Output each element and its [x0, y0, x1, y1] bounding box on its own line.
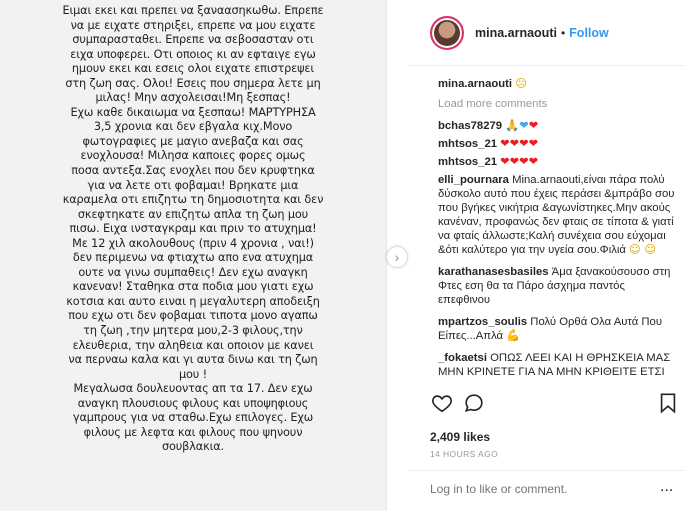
comment-username[interactable]: elli_pournara: [438, 174, 509, 186]
comment-item: mpartzos_soulis Πολύ Ορθά Ολα Αυτά Που Ε…: [438, 315, 678, 343]
chevron-right-icon: ›: [394, 249, 400, 265]
heart-outline-icon[interactable]: [430, 392, 454, 416]
comment-item: mhtsos_21 ❤❤❤❤: [438, 155, 678, 169]
post-text-line: δεν περιμενω να φτιαχτω απο ενα ατυχημα: [72, 251, 314, 265]
post-text-line: να με ειχατε στηριξει, επρεπε να μου ειχ…: [70, 18, 316, 32]
caption: mina.arnaouti ☹: [438, 77, 678, 91]
post-text-line: μιλας! Μην ασχολεισαι!Μη ξεσπας!: [95, 91, 291, 105]
comment-username[interactable]: karathanasesbasiles: [438, 266, 549, 278]
heart-icons: ❤❤❤❤: [500, 155, 539, 168]
next-arrow-button[interactable]: ›: [386, 246, 408, 268]
post-text-line: Ειμαι εκει και πρεπει να ξαναασηκωθω. Επ…: [62, 4, 324, 17]
separator-dot: •: [560, 25, 566, 40]
comment-username[interactable]: bchas78279: [438, 120, 502, 132]
post-text-line: φωτογραφιες με μαγιο ανεβαζα και σας: [82, 134, 304, 148]
post-text-line: συμπαρασταθει. Επρεπε να σεβοσασταν οτι: [72, 33, 314, 47]
post-text-line: ουτε να γινω συμπαθεις! Δεν εχω αναγκη: [78, 265, 308, 279]
avatar[interactable]: [430, 15, 464, 50]
comment-username[interactable]: _fokaetsi: [438, 352, 487, 364]
comment-username[interactable]: mpartzos_soulis: [438, 316, 527, 328]
post-text-line: Μεγαλωσα δουλευοντας απ τα 17. Δεν εχω: [73, 382, 313, 396]
post-text-line: κανεναν! Σταθηκα στα ποδια μου γιατι εχω: [72, 280, 314, 294]
post-text-line: 3,5 χρονια και δεν εβγαλα κιχ.Μονο: [93, 120, 293, 134]
caption-username[interactable]: mina.arnaouti: [438, 78, 512, 90]
post-header: mina.arnaouti • Follow: [408, 0, 685, 66]
post-text-line: πισω. Ειχα ινσταγκραμ και πριν το ατυχημ…: [69, 222, 317, 236]
follow-button[interactable]: Follow: [569, 26, 609, 40]
post-text-line: ποσα αντεξα.Σας ενοχλει που δεν κρυφτηκα: [71, 164, 315, 178]
post-text-line: ημουν εκει και εσεις ολοι ειχατε επιστρε…: [71, 62, 315, 76]
header-username[interactable]: mina.arnaouti: [475, 26, 557, 40]
post-text-line: ειχα υποφερει. Οτι οποιος κι αν εφταιγε …: [70, 47, 316, 61]
bookmark-icon[interactable]: [656, 392, 680, 416]
post-text-line: για να λετε οτι φοβαμαι! Βρηκατε μια: [87, 178, 299, 192]
comment-item: _fokaetsi ΟΠΩΣ ΛΕΕΙ ΚΑΙ Η ΘΡΗΣΚΕΙΑ ΜΑΣ Μ…: [438, 351, 678, 379]
action-bar: [430, 392, 680, 422]
comment-item: mhtsos_21 ❤❤❤❤: [438, 137, 678, 151]
post-text-line: αναγκη πλουσιους φιλους και υποψηφιους: [77, 396, 309, 410]
post-text-line: σκεφτηκατε αν επιζητω απλα τη ζωη μου: [77, 207, 309, 221]
post-timestamp[interactable]: 14 HOURS AGO: [430, 449, 498, 459]
post-text-line: σουβλακια.: [162, 440, 224, 454]
flexed-arm-icon: 💪: [506, 329, 521, 342]
comments-list: mina.arnaouti ☹ Load more comments bchas…: [438, 72, 678, 384]
emoji-icons: 🙏❤❤: [505, 119, 539, 132]
sad-face-icon: ☹: [515, 77, 527, 90]
heart-icons: ❤❤❤❤: [500, 137, 539, 150]
post-text-line: στη ζωη σας. Ολοι! Εσεις που σημερα λετε…: [65, 76, 321, 90]
load-more-comments-button[interactable]: Load more comments: [438, 97, 678, 111]
post-text-line: ελευθερια, την αληθεια και οποιον με καν…: [72, 338, 314, 352]
more-options-icon[interactable]: ...: [660, 478, 673, 496]
comment-item: karathanasesbasiles Άμα ξανακούσουσο στη…: [438, 265, 678, 307]
comment-icon[interactable]: [462, 392, 486, 416]
comment-username[interactable]: mhtsos_21: [438, 138, 497, 150]
post-panel: mina.arnaouti • Follow mina.arnaouti ☹ L…: [408, 0, 685, 511]
post-text-line: που εχω οτι δεν φοβαμαι τιποτα μονο αγαπ…: [68, 309, 318, 323]
post-text-line: μου !: [178, 367, 207, 381]
comment-username[interactable]: mhtsos_21: [438, 156, 497, 168]
post-text-line: Με 12 χιλ ακολουθους (πριν 4 χρονια , να…: [72, 236, 314, 250]
post-text-line: καραμελα οτι επιζητω τη δημοσιοτητα και …: [62, 193, 324, 207]
comment-item: bchas78279 🙏❤❤: [438, 119, 678, 133]
post-text-line: Εχω καθε δικαιωμα να ξεσπαω! ΜΑΡΤΥΡΗΣΑ: [70, 105, 316, 119]
post-text-line: γαμπρους για να σταθω.Εχω επιλογες. Εχω: [72, 411, 314, 425]
post-text-line: κοτσια και αυτο ειναι η μεγαλυτερη αποδε…: [66, 294, 320, 308]
post-text-line: ενοχλουσα! Μιλησα καποιες φορες ομως: [80, 149, 306, 163]
post-image: Ειμαι εκει και πρεπει να ξαναασηκωθω. Επ…: [0, 0, 387, 511]
divider: [408, 470, 685, 471]
post-text: Ειμαι εκει και πρεπει να ξαναασηκωθω. Επ…: [0, 0, 386, 455]
post-text-line: να περναω καλα και γι αυτα δινω και τη ζ…: [68, 353, 318, 367]
smile-icon: ☺ ☺: [629, 243, 657, 256]
post-text-line: τη ζωη ,την μητερα μου,2-3 φιλους,την: [83, 324, 303, 338]
comment-input[interactable]: [430, 482, 630, 496]
likes-count[interactable]: 2,409 likes: [430, 430, 490, 444]
comment-item: elli_pournara Mina.arnaouti,είναι πάρα π…: [438, 173, 678, 257]
post-text-line: φιλους με λεφτα και φιλους που ψηνουν: [83, 425, 303, 439]
